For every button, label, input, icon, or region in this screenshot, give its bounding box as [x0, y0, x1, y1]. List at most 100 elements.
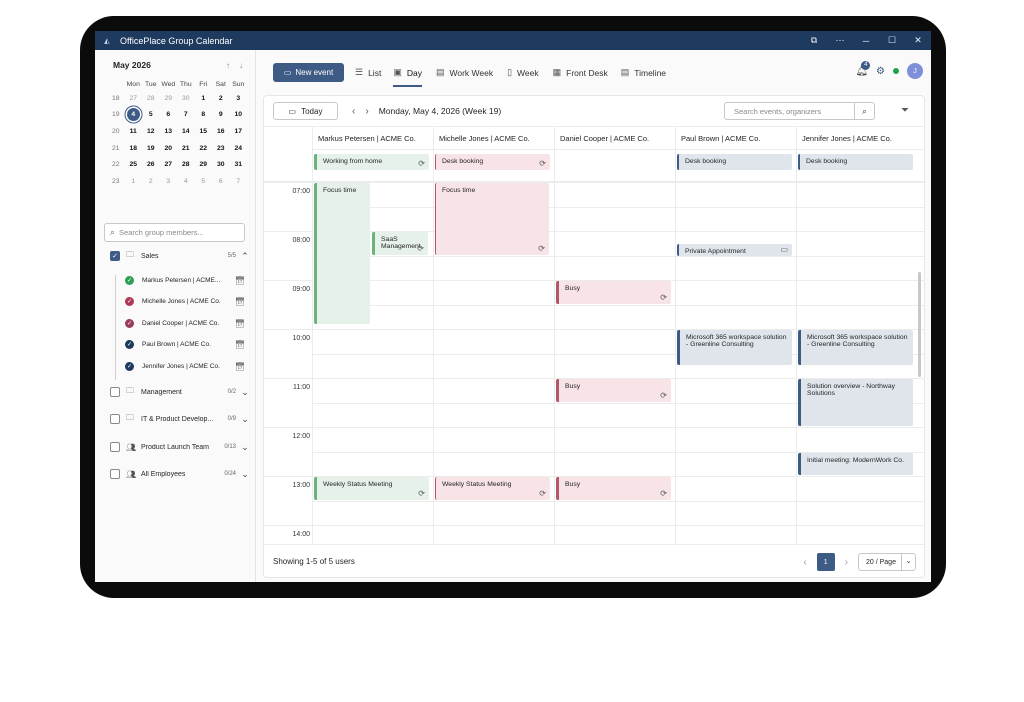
calendar-day[interactable]: 13: [160, 123, 178, 140]
calendar-day[interactable]: 5: [195, 173, 213, 190]
calendar-day[interactable]: 28: [177, 156, 195, 173]
calendar-day[interactable]: 20: [160, 140, 178, 157]
calendar-day[interactable]: 2: [142, 173, 160, 190]
arrow-up-icon[interactable]: ↑: [226, 61, 230, 70]
calendar-day[interactable]: 3: [230, 90, 248, 107]
chevron-down-icon[interactable]: ⌄: [240, 387, 250, 398]
page-number[interactable]: 1: [816, 553, 835, 571]
calendar-day[interactable]: 10: [230, 107, 248, 124]
scrollbar-thumb[interactable]: [918, 272, 921, 377]
group-item[interactable]: ✓ 🗀︎ Sales 5/5 ⌃: [110, 249, 250, 263]
allday-event[interactable]: Desk booking: [798, 154, 913, 170]
per-page-select[interactable]: 20 / Page ⌄: [858, 553, 916, 571]
search-icon[interactable]: ⌕: [854, 103, 874, 119]
member-item[interactable]: ✓ Paul Brown | ACME Co. 📅︎: [125, 338, 245, 352]
calendar-day[interactable]: 6: [212, 173, 230, 190]
calendar-day[interactable]: 1: [125, 173, 143, 190]
calendar-icon[interactable]: 📅︎: [235, 340, 245, 349]
calendar-day[interactable]: 30: [212, 156, 230, 173]
view-list[interactable]: ☰ List: [355, 63, 381, 82]
calendar-day[interactable]: 29: [195, 156, 213, 173]
calendar-day[interactable]: 9: [212, 107, 230, 124]
filter-icon[interactable]: ⏷: [901, 105, 909, 116]
avatar[interactable]: J: [907, 63, 923, 79]
calendar-day[interactable]: 29: [160, 90, 178, 107]
calendar-day[interactable]: 7: [177, 107, 195, 124]
calendar-event[interactable]: Weekly Status Meeting ⟳: [314, 477, 429, 500]
calendar-day[interactable]: 22: [195, 140, 213, 157]
chevron-up-icon[interactable]: ⌃: [240, 251, 250, 262]
calendar-day[interactable]: 19: [142, 140, 160, 157]
snap-icon[interactable]: ⧉: [801, 35, 827, 46]
calendar-event[interactable]: Solution overview - Northway Solutions: [798, 379, 913, 426]
calendar-day[interactable]: 8: [195, 107, 213, 124]
calendar-event[interactable]: Private Appointment ▭: [677, 244, 792, 257]
calendar-event[interactable]: Busy ⟳: [556, 281, 671, 304]
calendar-day[interactable]: 21: [177, 140, 195, 157]
today-button[interactable]: ▭ Today: [273, 102, 338, 120]
arrow-down-icon[interactable]: ↓: [239, 61, 243, 70]
calendar-icon[interactable]: 📅︎: [235, 276, 245, 285]
group-checkbox[interactable]: ✓: [110, 251, 120, 261]
view-front-desk[interactable]: ▦ Front Desk: [553, 63, 608, 82]
view-timeline[interactable]: ▤ Timeline: [621, 63, 666, 82]
calendar-icon[interactable]: 📅︎: [235, 319, 245, 328]
selected-day[interactable]: 4: [125, 107, 143, 124]
calendar-day[interactable]: 1: [195, 90, 213, 107]
member-item[interactable]: ✓ Markus Petersen | ACME... 📅︎: [125, 273, 245, 287]
chevron-right-icon[interactable]: ›: [365, 106, 368, 117]
calendar-day[interactable]: 16: [212, 123, 230, 140]
calendar-day[interactable]: 4: [177, 173, 195, 190]
calendar-event[interactable]: Focus time: [314, 183, 370, 324]
calendar-event[interactable]: Busy ⟳: [556, 477, 671, 500]
calendar-day[interactable]: 18: [125, 140, 143, 157]
calendar-day[interactable]: 6: [160, 107, 178, 124]
group-checkbox[interactable]: [110, 442, 120, 452]
chevron-right-icon[interactable]: ›: [845, 557, 848, 568]
calendar-day[interactable]: 31: [230, 156, 248, 173]
calendar-day[interactable]: 12: [142, 123, 160, 140]
view-work-week[interactable]: ▤ Work Week: [436, 63, 493, 82]
member-item[interactable]: ✓ Jennifer Jones | ACME Co. 📅︎: [125, 359, 245, 373]
calendar-event[interactable]: Microsoft 365 workspace solution - Green…: [798, 330, 913, 365]
calendar-event[interactable]: Initial meeting: ModernWork Co.: [798, 452, 913, 475]
view-day[interactable]: ▣ Day: [393, 63, 422, 87]
calendar-day[interactable]: 3: [160, 173, 178, 190]
calendar-day[interactable]: 27: [160, 156, 178, 173]
calendar-day[interactable]: 14: [177, 123, 195, 140]
calendar-day[interactable]: 28: [142, 90, 160, 107]
chevron-left-icon[interactable]: ‹: [803, 557, 806, 568]
calendar-day[interactable]: 2: [212, 90, 230, 107]
calendar-event[interactable]: Weekly Status Meeting ⟳: [435, 477, 550, 500]
calendar-day[interactable]: 7: [230, 173, 248, 190]
allday-event[interactable]: Desk booking: [677, 154, 792, 170]
close-icon[interactable]: ✕: [905, 35, 931, 46]
maximize-icon[interactable]: ☐: [879, 35, 905, 46]
chevron-left-icon[interactable]: ‹: [352, 106, 355, 117]
calendar-day[interactable]: 11: [125, 123, 143, 140]
calendar-day[interactable]: 27: [125, 90, 143, 107]
group-item[interactable]: 🗀︎ IT & Product Develop... 0/9 ⌄: [110, 412, 250, 426]
chevron-down-icon[interactable]: ⌄: [240, 469, 250, 480]
group-checkbox[interactable]: [110, 414, 120, 424]
new-event-button[interactable]: ▭ New event: [273, 63, 344, 82]
notifications-button[interactable]: 🔔︎ 4: [855, 60, 871, 77]
calendar-event[interactable]: Focus time ⟳: [435, 183, 549, 255]
minimize-icon[interactable]: ─: [853, 36, 879, 46]
calendar-icon[interactable]: 📅︎: [235, 297, 245, 306]
calendar-day[interactable]: 26: [142, 156, 160, 173]
chevron-down-icon[interactable]: ⌄: [240, 442, 250, 453]
calendar-day[interactable]: 15: [195, 123, 213, 140]
group-item[interactable]: 👥︎ All Employees 0/24 ⌄: [110, 467, 250, 481]
event-search-input[interactable]: Search events, organizers ⌕: [724, 102, 875, 120]
calendar-day[interactable]: 17: [230, 123, 248, 140]
calendar-day[interactable]: 23: [212, 140, 230, 157]
calendar-day[interactable]: 25: [125, 156, 143, 173]
calendar-event[interactable]: SaaS Management ⟳: [372, 232, 428, 255]
member-search-input[interactable]: ⌕ Search group members...: [104, 223, 245, 242]
view-week[interactable]: ▯ Week: [507, 63, 539, 82]
calendar-day[interactable]: 5: [142, 107, 160, 124]
calendar-event[interactable]: Microsoft 365 workspace solution - Green…: [677, 330, 792, 365]
calendar-day[interactable]: 30: [177, 90, 195, 107]
group-item[interactable]: 🗀︎ Management 0/2 ⌄: [110, 385, 250, 399]
